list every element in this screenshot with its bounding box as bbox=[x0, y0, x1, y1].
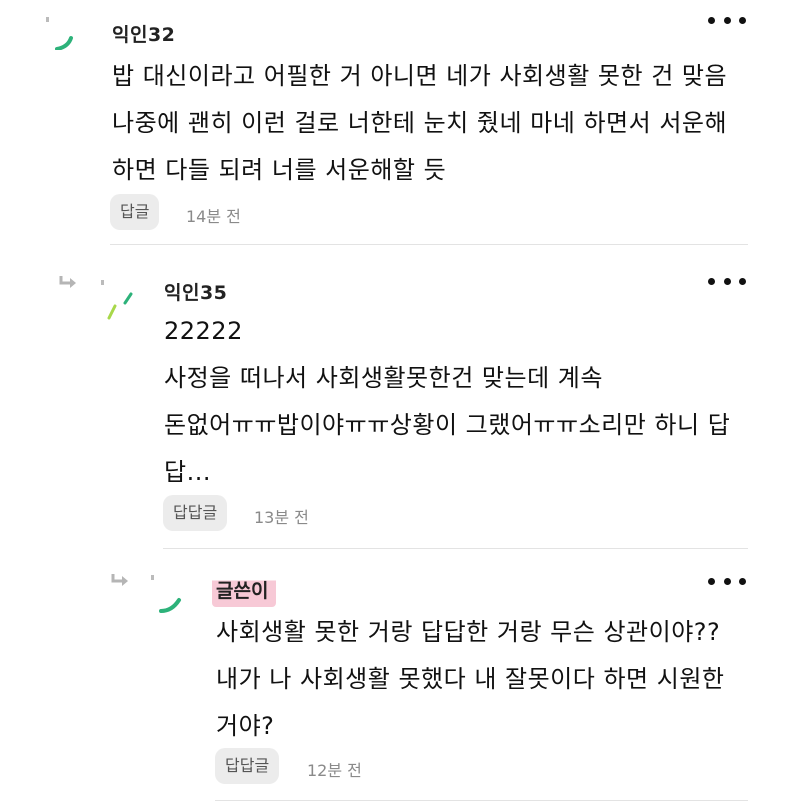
avatar-icon[interactable] bbox=[148, 575, 188, 615]
more-dots-icon[interactable] bbox=[708, 15, 746, 25]
reply-button[interactable]: 답답글 bbox=[163, 495, 228, 531]
comment-divider bbox=[215, 800, 748, 801]
comment-author[interactable]: 익인32 bbox=[112, 20, 175, 47]
comment-divider bbox=[163, 548, 748, 549]
comment-text: 22222 사정을 떠나서 사회생활못한건 맞는데 계속 돈없어ㅠㅠ밥이야ㅠㅠ상… bbox=[164, 317, 731, 486]
avatar-icon[interactable] bbox=[36, 10, 76, 50]
comment-time: 13분 전 bbox=[254, 508, 309, 527]
reply-arrow-icon bbox=[111, 574, 128, 586]
more-dots-icon[interactable] bbox=[708, 276, 746, 286]
comment-time: 12분 전 bbox=[307, 761, 362, 780]
comment-text: 밥 대신이라고 어필한 거 아니면 네가 사회생활 못한 건 맞음 나중에 괜히… bbox=[112, 62, 728, 184]
comment-author-op[interactable]: 글쓴이 bbox=[212, 574, 277, 607]
comment-text: 사회생활 못한 거랑 답답한 거랑 무슨 상관이야?? 내가 나 사회생활 못했… bbox=[216, 618, 725, 740]
more-dots-icon[interactable] bbox=[708, 576, 746, 586]
comment-author[interactable]: 익인35 bbox=[164, 278, 227, 305]
comment-divider bbox=[110, 244, 748, 245]
avatar-icon[interactable] bbox=[96, 280, 136, 320]
reply-button[interactable]: 답답글 bbox=[215, 748, 280, 784]
reply-button[interactable]: 답글 bbox=[110, 194, 160, 230]
reply-arrow-icon bbox=[59, 276, 76, 288]
comment-time: 14분 전 bbox=[186, 207, 241, 226]
